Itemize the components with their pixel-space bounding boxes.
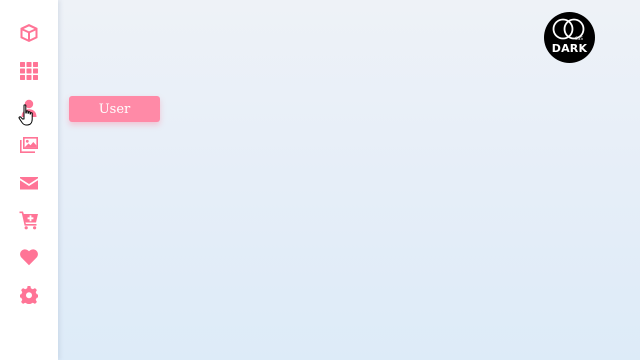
sidebar-item-mail[interactable] [17, 171, 41, 195]
sidebar-item-heart[interactable] [17, 245, 41, 269]
images-icon [20, 137, 38, 153]
heart-icon [20, 249, 38, 266]
logo-subtext: CSS [575, 36, 583, 41]
sidebar-item-cart[interactable] [17, 208, 41, 232]
mail-icon [20, 177, 38, 190]
cart-plus-icon [19, 211, 38, 230]
sidebar-item-grid[interactable] [17, 59, 41, 83]
brand-logo: CSS DARK [544, 12, 595, 63]
hand-pointer-icon [18, 104, 33, 126]
cube-icon [20, 24, 38, 42]
sidebar-item-settings[interactable] [17, 283, 41, 307]
grid-icon [20, 62, 38, 80]
gear-icon [20, 286, 38, 304]
sidebar-item-images[interactable] [17, 133, 41, 157]
tooltip-label: User [98, 101, 131, 117]
sidebar [0, 0, 58, 360]
logo-text: DARK [551, 42, 588, 55]
tooltip-user: User [69, 96, 160, 122]
sidebar-item-cube[interactable] [17, 21, 41, 45]
